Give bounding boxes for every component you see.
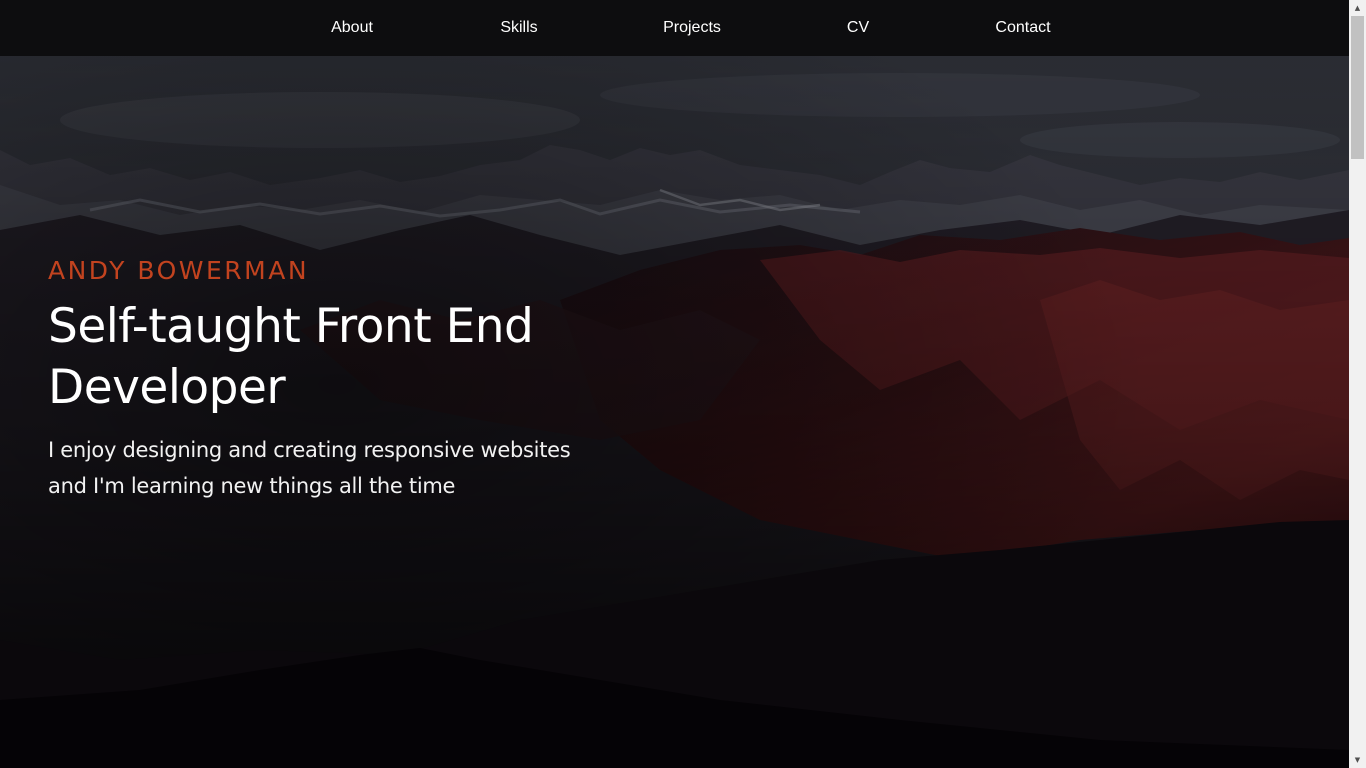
nav-link-about[interactable]: About [331,17,373,39]
hero-title: Self-taught Front End Developer [48,299,534,415]
nav-link-skills[interactable]: Skills [500,17,537,39]
scrollbar-thumb[interactable] [1351,16,1364,159]
hero-section: ANDY BOWERMAN Self-taught Front End Deve… [48,250,648,504]
top-navbar: About Skills Projects CV Contact [0,0,1349,56]
hero-description: I enjoy designing and creating responsiv… [48,438,571,498]
nav-link-contact[interactable]: Contact [995,17,1050,39]
nav-link-projects[interactable]: Projects [663,17,721,39]
page: About Skills Projects CV Contact ANDY BO… [0,0,1366,768]
scroll-down-arrow-icon[interactable]: ▼ [1349,752,1366,768]
nav-link-cv[interactable]: CV [847,17,869,39]
viewport: About Skills Projects CV Contact ANDY BO… [0,0,1349,768]
scroll-up-arrow-icon[interactable]: ▲ [1349,0,1366,16]
hero-name: ANDY BOWERMAN [48,256,310,285]
vertical-scrollbar[interactable]: ▲ ▼ [1349,0,1366,768]
